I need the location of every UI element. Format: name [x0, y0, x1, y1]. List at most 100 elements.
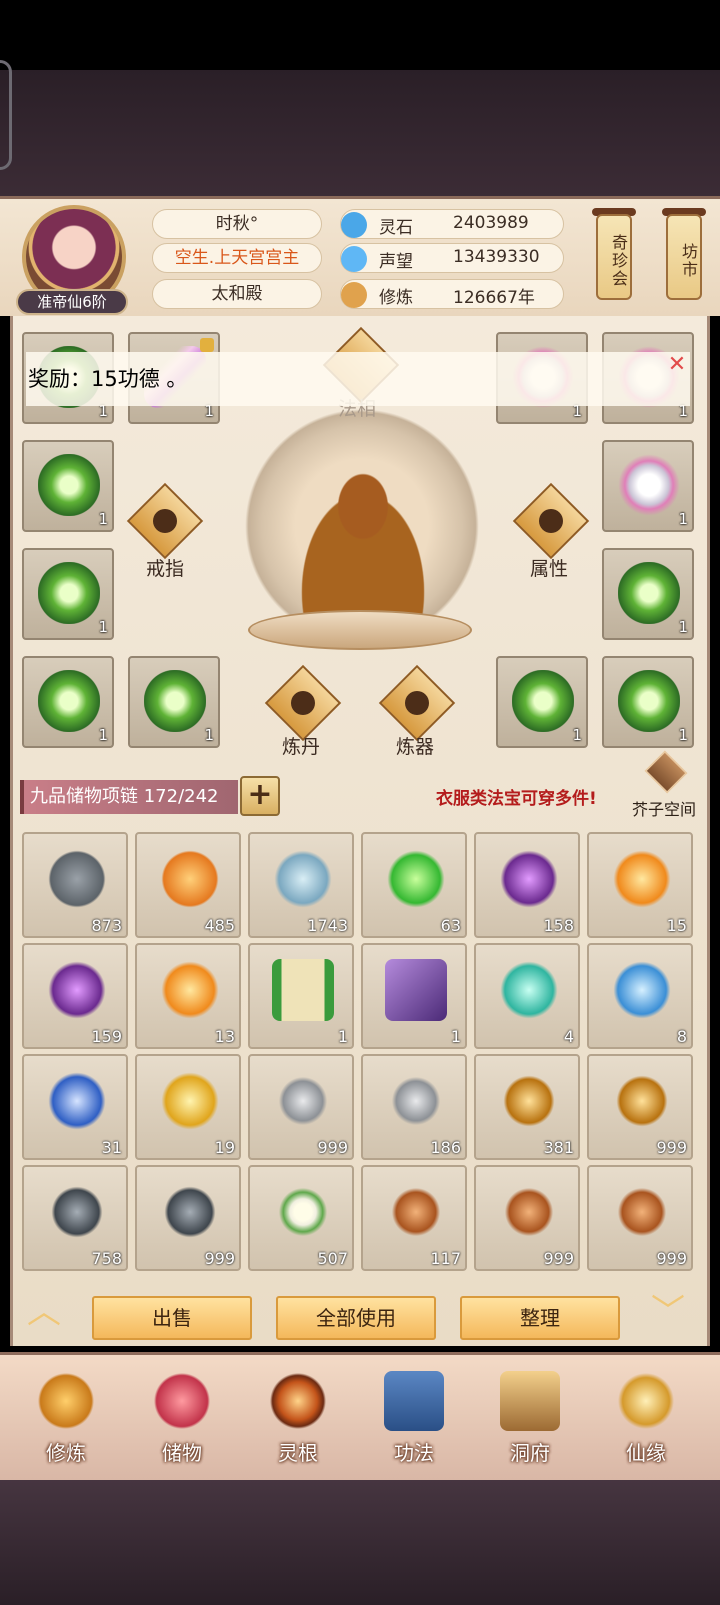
resource-label: 声望 — [379, 252, 413, 272]
close-icon[interactable]: ✕ — [664, 352, 690, 378]
white-lily-icon — [272, 1181, 334, 1243]
equip-slot[interactable]: 1 — [22, 440, 114, 532]
inventory-item[interactable]: 381 — [474, 1054, 580, 1160]
equip-slot[interactable]: 1 — [22, 548, 114, 640]
gold-ore-icon — [611, 1070, 673, 1132]
inventory-item[interactable]: 999 — [248, 1054, 354, 1160]
nav-techniques[interactable]: 功法 — [364, 1365, 464, 1475]
item-count: 15 — [666, 916, 687, 935]
slot-count: 1 — [678, 726, 688, 744]
armor-icon — [618, 562, 680, 624]
inventory-item[interactable]: 999 — [135, 1165, 241, 1271]
iron-ore-icon — [159, 1181, 221, 1243]
cauldron-icon — [286, 686, 320, 720]
green-orb-icon — [385, 848, 447, 910]
inventory-item[interactable]: 485 — [135, 832, 241, 938]
item-count: 999 — [317, 1138, 348, 1157]
chevron-down-icon[interactable]: ﹀ — [644, 1295, 692, 1329]
storage-capacity-bar: 九品储物项链 172/242 — [20, 780, 238, 814]
nav-storage[interactable]: 储物 — [132, 1365, 232, 1475]
slot-count: 1 — [678, 510, 688, 528]
item-count: 19 — [214, 1138, 235, 1157]
nav-cultivate[interactable]: 修炼 — [16, 1365, 116, 1475]
nav-spirit-root[interactable]: 灵根 — [248, 1365, 348, 1475]
lotus-pedestal — [248, 610, 472, 650]
sell-button[interactable]: 出售 — [92, 1296, 252, 1340]
inventory-item[interactable]: 999 — [587, 1054, 693, 1160]
bottom-navigation: 修炼 储物 灵根 功法 洞府 仙缘 — [0, 1352, 720, 1480]
equip-slot[interactable]: 1 — [602, 656, 694, 748]
item-count: 873 — [91, 916, 122, 935]
sort-button[interactable]: 整理 — [460, 1296, 620, 1340]
resource-value: 2403989 — [453, 213, 529, 233]
anvil-icon — [400, 686, 434, 720]
inventory-item[interactable]: 1 — [248, 943, 354, 1049]
resource-row-spirit-stone: 灵石 2403989 — [340, 209, 564, 239]
nav-cave[interactable]: 洞府 — [480, 1365, 580, 1475]
item-count: 999 — [656, 1249, 687, 1268]
inventory-item[interactable]: 999 — [587, 1165, 693, 1271]
lock-icon — [200, 338, 214, 352]
equip-slot[interactable]: 1 — [602, 548, 694, 640]
inventory-item[interactable]: 117 — [361, 1165, 467, 1271]
equip-slot[interactable]: 1 — [128, 656, 220, 748]
resource-label: 修炼 — [379, 288, 413, 308]
item-count: 1743 — [307, 916, 348, 935]
rank-badge: 准帝仙6阶 — [16, 289, 128, 315]
inventory-item[interactable]: 8 — [587, 943, 693, 1049]
orange-flame-icon — [611, 848, 673, 910]
equip-slot[interactable]: 1 — [496, 656, 588, 748]
side-handle[interactable] — [0, 60, 12, 170]
nav-fortune[interactable]: 仙缘 — [596, 1365, 696, 1475]
storage-capacity: 172/242 — [143, 786, 219, 807]
armor-icon — [144, 670, 206, 732]
armor-icon — [38, 670, 100, 732]
nav-label: 灵根 — [278, 1441, 318, 1465]
market-button[interactable]: 坊市 — [666, 214, 702, 300]
slot-count: 1 — [204, 726, 214, 744]
resource-row-reputation: 声望 13439330 — [340, 243, 564, 273]
inventory-item[interactable]: 758 — [22, 1165, 128, 1271]
inventory-item[interactable]: 1743 — [248, 832, 354, 938]
inventory-item[interactable]: 159 — [22, 943, 128, 1049]
equip-slot[interactable]: 1 — [602, 440, 694, 532]
spirit-wheel-icon — [268, 1371, 328, 1431]
mustard-space-button[interactable]: 芥子空间 — [632, 750, 702, 820]
expand-storage-button[interactable]: + — [240, 776, 280, 816]
nav-label: 功法 — [394, 1441, 434, 1465]
inventory-item[interactable]: 507 — [248, 1165, 354, 1271]
inventory-item[interactable]: 13 — [135, 943, 241, 1049]
player-name: 时秋° — [152, 209, 322, 239]
inventory-item[interactable]: 186 — [361, 1054, 467, 1160]
equip-slot[interactable]: 1 — [22, 656, 114, 748]
item-count: 159 — [91, 1027, 122, 1046]
spirit-stone-icon — [341, 212, 367, 238]
item-count: 381 — [543, 1138, 574, 1157]
inventory-item[interactable]: 1 — [361, 943, 467, 1049]
inventory-item[interactable]: 158 — [474, 832, 580, 938]
inventory-item[interactable]: 873 — [22, 832, 128, 938]
item-count: 117 — [430, 1249, 461, 1268]
resource-label: 灵石 — [379, 218, 413, 238]
ginseng-icon — [385, 1181, 447, 1243]
resource-value: 126667年 — [453, 288, 535, 308]
cultivation-icon — [341, 282, 367, 308]
use-all-button[interactable]: 全部使用 — [276, 1296, 436, 1340]
inventory-item[interactable]: 19 — [135, 1054, 241, 1160]
nav-label: 仙缘 — [626, 1441, 666, 1465]
attributes-label: 属性 — [530, 558, 569, 580]
inventory-item[interactable]: 31 — [22, 1054, 128, 1160]
gold-ore-icon — [498, 1070, 560, 1132]
chevron-up-icon[interactable]: ︿ — [20, 1295, 68, 1329]
forge-label: 炼器 — [396, 736, 435, 758]
purple-flame-icon — [46, 959, 108, 1021]
inventory-item[interactable]: 999 — [474, 1165, 580, 1271]
gold-shard-icon — [159, 848, 221, 910]
status-area — [0, 0, 720, 70]
inventory-item[interactable]: 4 — [474, 943, 580, 1049]
inventory-item[interactable]: 15 — [587, 832, 693, 938]
inventory-item[interactable]: 63 — [361, 832, 467, 938]
jade-gourd-icon — [498, 959, 560, 1021]
ore-shard-icon — [46, 848, 108, 910]
treasure-fair-button[interactable]: 奇珍会 — [596, 214, 632, 300]
